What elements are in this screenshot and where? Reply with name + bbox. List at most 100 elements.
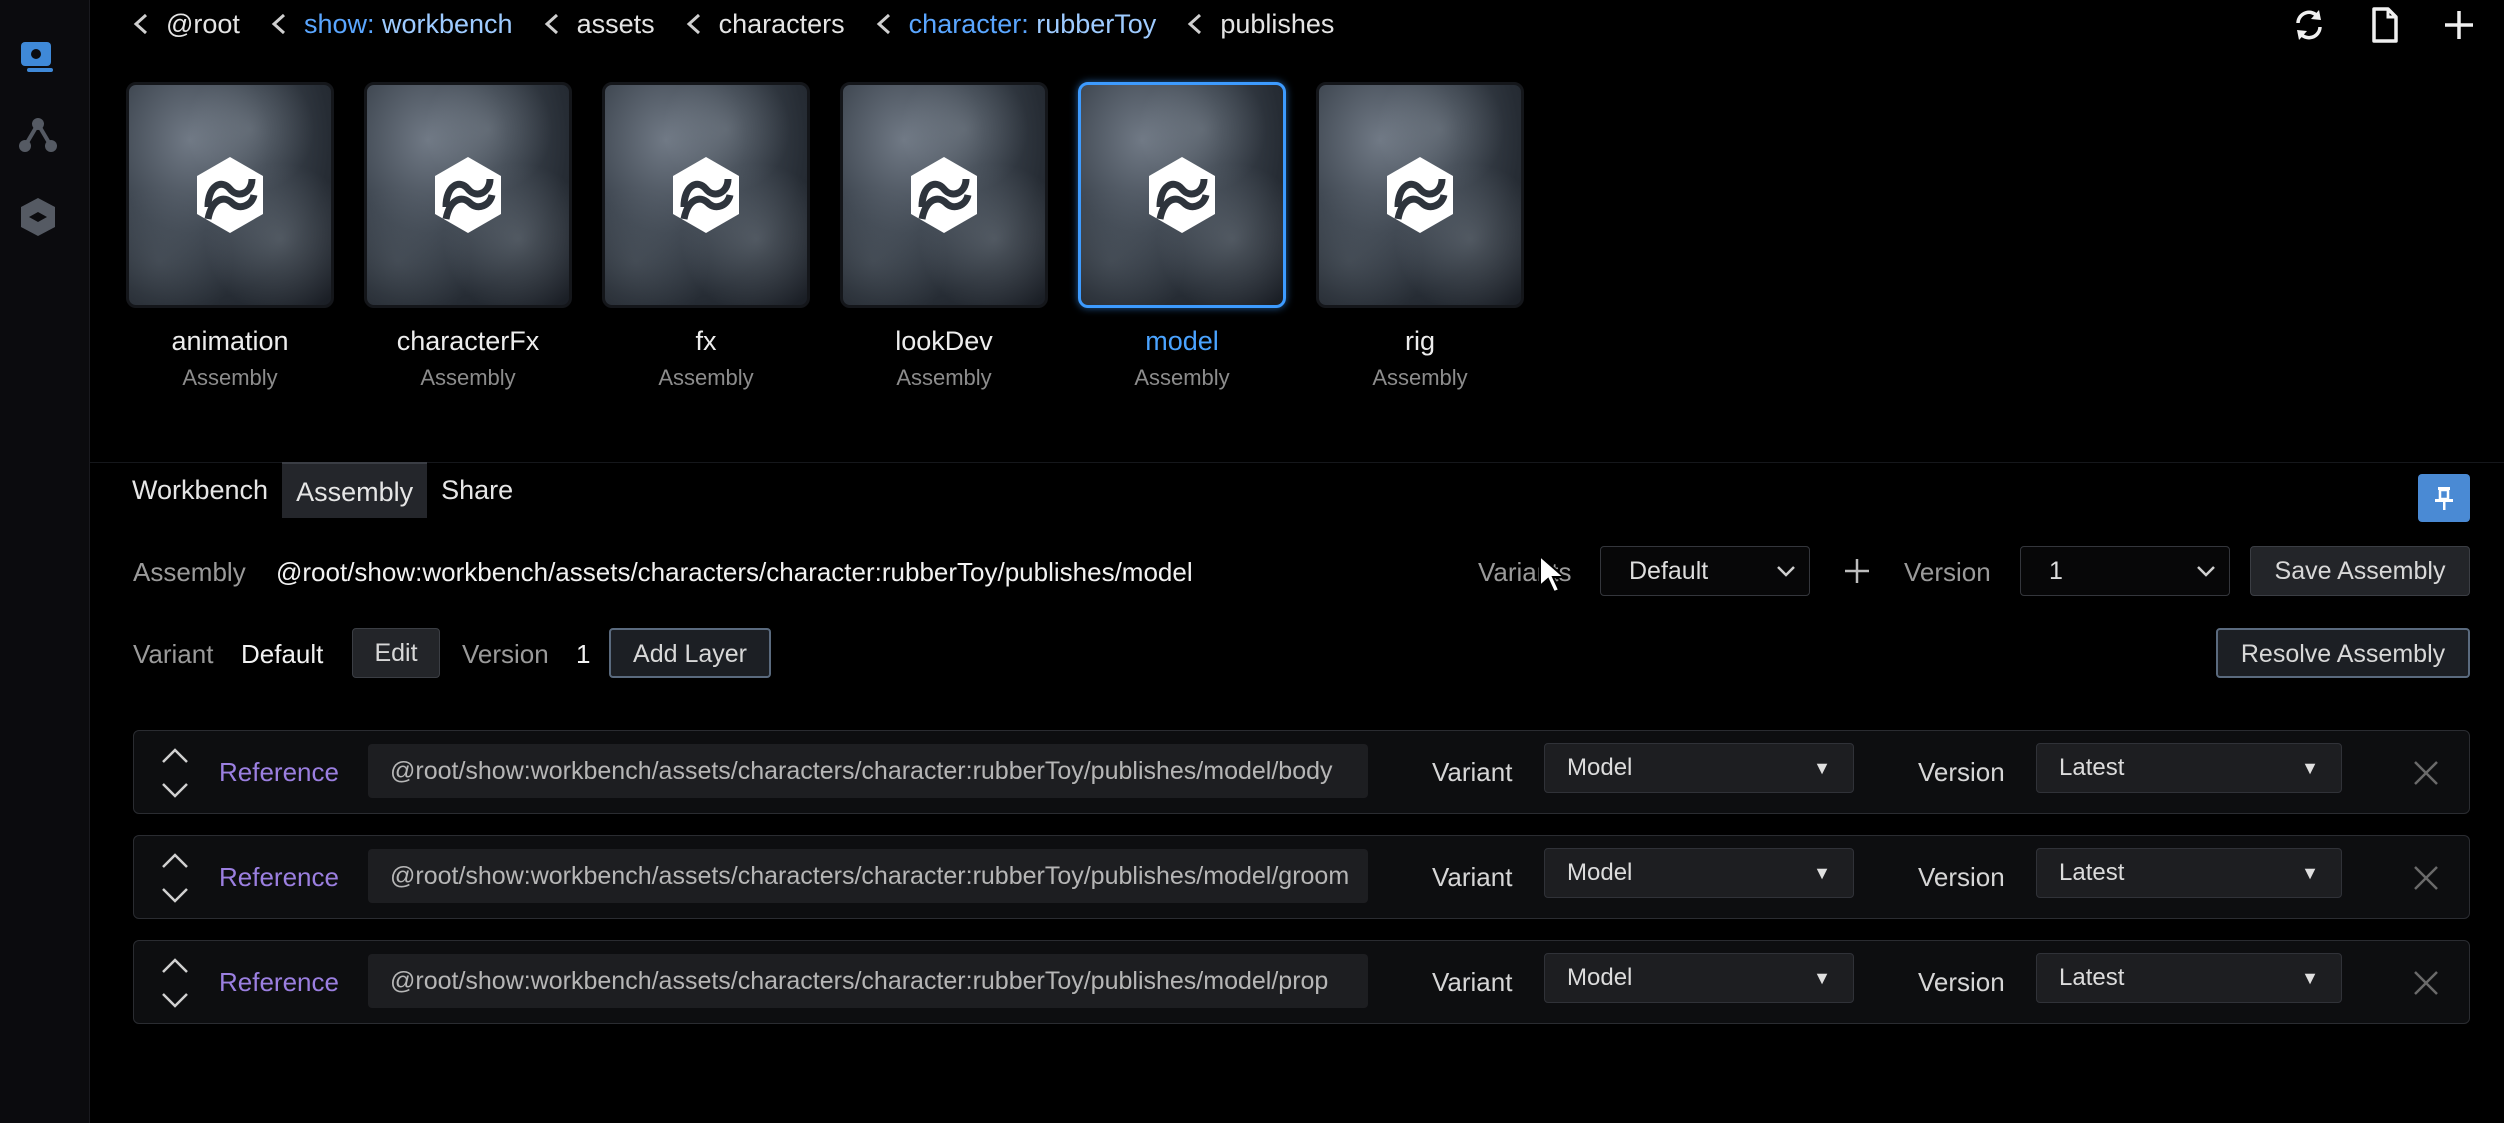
chevron-down-icon[interactable] (160, 884, 190, 906)
layer-version-select[interactable]: Latest ▼ (2036, 848, 2342, 898)
plus-icon[interactable] (2436, 2, 2482, 48)
caret-down-icon: ▼ (2301, 968, 2319, 988)
card-fx[interactable]: fx Assembly (602, 82, 810, 391)
edit-button[interactable]: Edit (352, 628, 440, 678)
layer-version-select[interactable]: Latest ▼ (2036, 953, 2342, 1003)
chevron-down-icon[interactable] (160, 989, 190, 1011)
breadcrumb-label: rubberToy (1028, 8, 1157, 39)
breadcrumb-publishes[interactable]: publishes (1186, 9, 1334, 40)
graph-icon[interactable] (13, 112, 63, 162)
caret-down-icon: ▼ (2301, 863, 2319, 883)
card-title: characterFx (396, 326, 540, 356)
version-label: Version (1904, 557, 1991, 587)
layer-path-input[interactable]: @root/show:workbench/assets/characters/c… (368, 954, 1368, 1008)
viewer-icon[interactable] (13, 32, 63, 82)
layer-row: Reference @root/show:workbench/assets/ch… (133, 835, 2470, 919)
variants-value: Default (1629, 557, 1709, 585)
variants-select[interactable]: Default (1600, 546, 1810, 596)
variant-version-label: Version (462, 639, 549, 669)
chevron-up-icon[interactable] (160, 955, 190, 977)
card-subtitle: Assembly (1372, 365, 1468, 390)
breadcrumb-characters[interactable]: characters (685, 9, 845, 40)
card-subtitle: Assembly (896, 365, 992, 390)
breadcrumb-assets[interactable]: assets (543, 9, 655, 40)
layer-variant-select[interactable]: Model ▼ (1544, 953, 1854, 1003)
card-thumbnail (364, 82, 572, 308)
variant-value: Default (241, 639, 324, 669)
save-assembly-button[interactable]: Save Assembly (2250, 546, 2470, 596)
layer-row: Reference @root/show:workbench/assets/ch… (133, 940, 2470, 1024)
card-characterfx[interactable]: characterFx Assembly (364, 82, 572, 391)
layer-version-label: Version (1918, 757, 2005, 787)
add-layer-button[interactable]: Add Layer (609, 628, 771, 678)
close-icon[interactable] (2410, 862, 2442, 894)
breadcrumb-label: workbench (374, 8, 513, 39)
logo-icon (1149, 157, 1215, 233)
layer-type: Reference (219, 757, 339, 787)
tab-share[interactable]: Share (427, 462, 527, 518)
caret-down-icon: ▼ (1813, 968, 1831, 988)
card-title: lookDev (895, 326, 993, 356)
card-subtitle: Assembly (420, 365, 516, 390)
variant-label: Variant (133, 639, 214, 669)
layer-version-select[interactable]: Latest ▼ (2036, 743, 2342, 793)
reorder-controls (160, 955, 190, 1011)
pin-button[interactable] (2418, 474, 2470, 522)
chevron-up-icon[interactable] (160, 850, 190, 872)
layer-variant-label: Variant (1432, 967, 1513, 997)
layer-variant-value: Model (1567, 754, 1633, 781)
card-rig[interactable]: rig Assembly (1316, 82, 1524, 391)
logo-icon (435, 157, 501, 233)
breadcrumb-character[interactable]: character: rubberToy (875, 8, 1157, 40)
tab-bar: Workbench Assembly Share (118, 462, 527, 518)
close-icon[interactable] (2410, 967, 2442, 999)
add-variant-icon[interactable] (1842, 556, 1872, 586)
tab-workbench[interactable]: Workbench (118, 462, 282, 518)
layer-type: Reference (219, 862, 339, 892)
layer-variant-select[interactable]: Model ▼ (1544, 743, 1854, 793)
chevron-left-icon (543, 12, 561, 36)
card-title: model (1145, 326, 1219, 356)
file-icon[interactable] (2361, 2, 2407, 48)
caret-down-icon: ▼ (1813, 863, 1831, 883)
breadcrumb-key: character: (908, 8, 1029, 39)
card-lookdev[interactable]: lookDev Assembly (840, 82, 1048, 391)
card-thumbnail (126, 82, 334, 308)
assembly-label: Assembly (133, 557, 246, 587)
chevron-up-icon[interactable] (160, 745, 190, 767)
cube-icon[interactable] (13, 192, 63, 242)
card-model[interactable]: model Assembly (1078, 82, 1286, 391)
tab-assembly[interactable]: Assembly (282, 462, 428, 518)
breadcrumb-label: characters (718, 8, 845, 39)
layer-path-input[interactable]: @root/show:workbench/assets/characters/c… (368, 849, 1368, 903)
logo-icon (673, 157, 739, 233)
breadcrumb-key: show: (303, 8, 375, 39)
breadcrumb-label: assets (576, 8, 655, 39)
breadcrumb-show[interactable]: show: workbench (270, 9, 513, 40)
caret-down-icon: ▼ (1813, 758, 1831, 778)
chevron-down-icon[interactable] (160, 779, 190, 801)
logo-icon (197, 157, 263, 233)
layer-variant-label: Variant (1432, 757, 1513, 787)
layer-row: Reference @root/show:workbench/assets/ch… (133, 730, 2470, 814)
chevron-left-icon (270, 12, 288, 36)
card-animation[interactable]: animation Assembly (126, 82, 334, 391)
breadcrumb-root[interactable]: @root (132, 9, 240, 40)
logo-icon (911, 157, 977, 233)
close-icon[interactable] (2410, 757, 2442, 789)
assembly-path: @root/show:workbench/assets/characters/c… (276, 557, 1193, 587)
layer-version-value: Latest (2059, 859, 2125, 886)
layer-path-input[interactable]: @root/show:workbench/assets/characters/c… (368, 744, 1368, 798)
caret-down-icon: ▼ (2301, 758, 2319, 778)
card-title: animation (171, 326, 289, 356)
chevron-down-icon (1777, 566, 1795, 577)
chevron-left-icon (875, 12, 893, 36)
resolve-assembly-button[interactable]: Resolve Assembly (2216, 628, 2470, 678)
card-subtitle: Assembly (1134, 365, 1230, 390)
card-title: fx (695, 326, 717, 356)
layer-variant-select[interactable]: Model ▼ (1544, 848, 1854, 898)
version-select[interactable]: 1 (2020, 546, 2230, 596)
refresh-icon[interactable] (2286, 2, 2332, 48)
chevron-left-icon (1186, 12, 1204, 36)
chevron-left-icon (685, 12, 703, 36)
